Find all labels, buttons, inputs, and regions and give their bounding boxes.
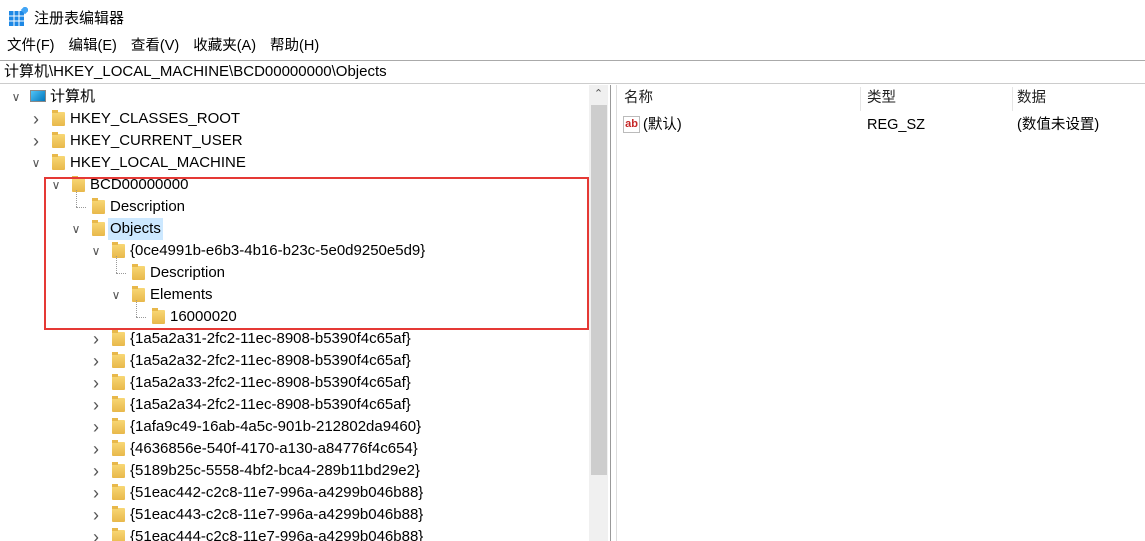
tree-item-label: {1a5a2a33-2fc2-11ec-8908-b5390f4c65af}	[130, 374, 411, 391]
tree-item[interactable]: › {4636856e-540f-4170-a130-a84776f4c654}	[0, 438, 589, 460]
folder-icon	[112, 396, 125, 412]
tree-item[interactable]: ∨ HKEY_LOCAL_MACHINE	[0, 152, 589, 174]
column-divider[interactable]	[1012, 87, 1013, 111]
tree-item[interactable]: › {1a5a2a34-2fc2-11ec-8908-b5390f4c65af}	[0, 394, 589, 416]
tree-item-label: HKEY_CURRENT_USER	[70, 132, 243, 149]
scroll-thumb[interactable]	[591, 105, 607, 475]
menu-help[interactable]: 帮助(H)	[263, 35, 326, 57]
chevron-right-icon[interactable]: ›	[90, 416, 102, 438]
chevron-right-icon[interactable]: ›	[90, 350, 102, 372]
tree-item[interactable]: › HKEY_CLASSES_ROOT	[0, 108, 589, 130]
tree-item[interactable]: › {51eac442-c2c8-11e7-996a-a4299b046b88}	[0, 482, 589, 504]
title-bar: 注册表编辑器	[0, 0, 1145, 34]
chevron-right-icon[interactable]: ›	[90, 526, 102, 541]
column-header-name[interactable]: 名称	[624, 85, 653, 112]
computer-icon	[30, 90, 46, 102]
pane-splitter[interactable]	[610, 85, 617, 541]
tree-item[interactable]: › {1a5a2a31-2fc2-11ec-8908-b5390f4c65af}	[0, 328, 589, 350]
folder-icon	[52, 110, 65, 126]
chevron-right-icon[interactable]: ›	[90, 372, 102, 394]
folder-icon	[112, 462, 125, 478]
chevron-right-icon[interactable]: ›	[30, 130, 42, 152]
menu-edit[interactable]: 编辑(E)	[62, 35, 124, 57]
column-header-data[interactable]: 数据	[1017, 85, 1046, 112]
folder-icon	[112, 484, 125, 500]
scroll-up-icon[interactable]: ⌃	[589, 85, 608, 104]
folder-icon	[112, 374, 125, 390]
values-pane: 名称 类型 数据 ab (默认) REG_SZ (数值未设置)	[617, 85, 1145, 541]
folder-icon	[112, 352, 125, 368]
menu-view[interactable]: 查看(V)	[124, 35, 186, 57]
tree-item[interactable]: ∨ 计算机	[0, 86, 589, 108]
folder-icon	[112, 440, 125, 456]
chevron-down-icon[interactable]: ∨	[30, 152, 42, 174]
string-value-icon: ab	[623, 116, 640, 133]
folder-icon	[112, 528, 125, 541]
value-type: REG_SZ	[867, 117, 926, 133]
tree-item-label: 计算机	[50, 88, 96, 105]
chevron-down-icon[interactable]: ∨	[10, 86, 22, 108]
chevron-right-icon[interactable]: ›	[90, 504, 102, 526]
address-bar[interactable]: 计算机\HKEY_LOCAL_MACHINE\BCD00000000\Objec…	[0, 60, 1145, 84]
tree-item[interactable]: › {51eac444-c2c8-11e7-996a-a4299b046b88}	[0, 526, 589, 541]
column-header-type[interactable]: 类型	[867, 85, 896, 112]
tree-item[interactable]: › {5189b25c-5558-4bf2-bca4-289b11bd29e2}	[0, 460, 589, 482]
chevron-right-icon[interactable]: ›	[90, 460, 102, 482]
regedit-icon	[9, 7, 28, 26]
tree-item-label: {51eac444-c2c8-11e7-996a-a4299b046b88}	[130, 528, 424, 541]
column-divider[interactable]	[860, 87, 861, 111]
menu-bar: 文件(F) 编辑(E) 查看(V) 收藏夹(A) 帮助(H)	[0, 35, 326, 57]
tree-item[interactable]: › HKEY_CURRENT_USER	[0, 130, 589, 152]
chevron-right-icon[interactable]: ›	[90, 394, 102, 416]
tree-item[interactable]: › {1a5a2a33-2fc2-11ec-8908-b5390f4c65af}	[0, 372, 589, 394]
tree-item-label: {1a5a2a32-2fc2-11ec-8908-b5390f4c65af}	[130, 352, 411, 369]
tree-item[interactable]: › {1afa9c49-16ab-4a5c-901b-212802da9460}	[0, 416, 589, 438]
menu-favorites[interactable]: 收藏夹(A)	[186, 35, 263, 57]
value-data: (数值未设置)	[1017, 117, 1100, 133]
tree-item-label: {51eac443-c2c8-11e7-996a-a4299b046b88}	[130, 506, 424, 523]
tree-item-label: HKEY_CLASSES_ROOT	[70, 110, 241, 127]
chevron-right-icon[interactable]: ›	[90, 482, 102, 504]
tree-scrollbar[interactable]: ⌃	[589, 85, 608, 541]
folder-icon	[112, 330, 125, 346]
tree-item[interactable]: › {1a5a2a32-2fc2-11ec-8908-b5390f4c65af}	[0, 350, 589, 372]
value-name[interactable]: (默认)	[643, 114, 682, 136]
tree-item-label: HKEY_LOCAL_MACHINE	[70, 154, 246, 171]
folder-icon	[112, 506, 125, 522]
tree-item[interactable]: › {51eac443-c2c8-11e7-996a-a4299b046b88}	[0, 504, 589, 526]
chevron-right-icon[interactable]: ›	[90, 328, 102, 350]
tree-item-label: {1a5a2a34-2fc2-11ec-8908-b5390f4c65af}	[130, 396, 411, 413]
tree-item-label: {51eac442-c2c8-11e7-996a-a4299b046b88}	[130, 484, 424, 501]
folder-icon	[112, 418, 125, 434]
tree-item-label: {1afa9c49-16ab-4a5c-901b-212802da9460}	[130, 418, 422, 435]
menu-file[interactable]: 文件(F)	[0, 35, 62, 57]
tree-item-label: {1a5a2a31-2fc2-11ec-8908-b5390f4c65af}	[130, 330, 411, 347]
window-title: 注册表编辑器	[34, 10, 125, 27]
folder-icon	[52, 154, 65, 170]
chevron-right-icon[interactable]: ›	[30, 108, 42, 130]
chevron-right-icon[interactable]: ›	[90, 438, 102, 460]
highlight-box	[44, 177, 589, 330]
folder-icon	[52, 132, 65, 148]
tree-item-label: {4636856e-540f-4170-a130-a84776f4c654}	[130, 440, 418, 457]
tree-item-label: {5189b25c-5558-4bf2-bca4-289b11bd29e2}	[130, 462, 420, 479]
